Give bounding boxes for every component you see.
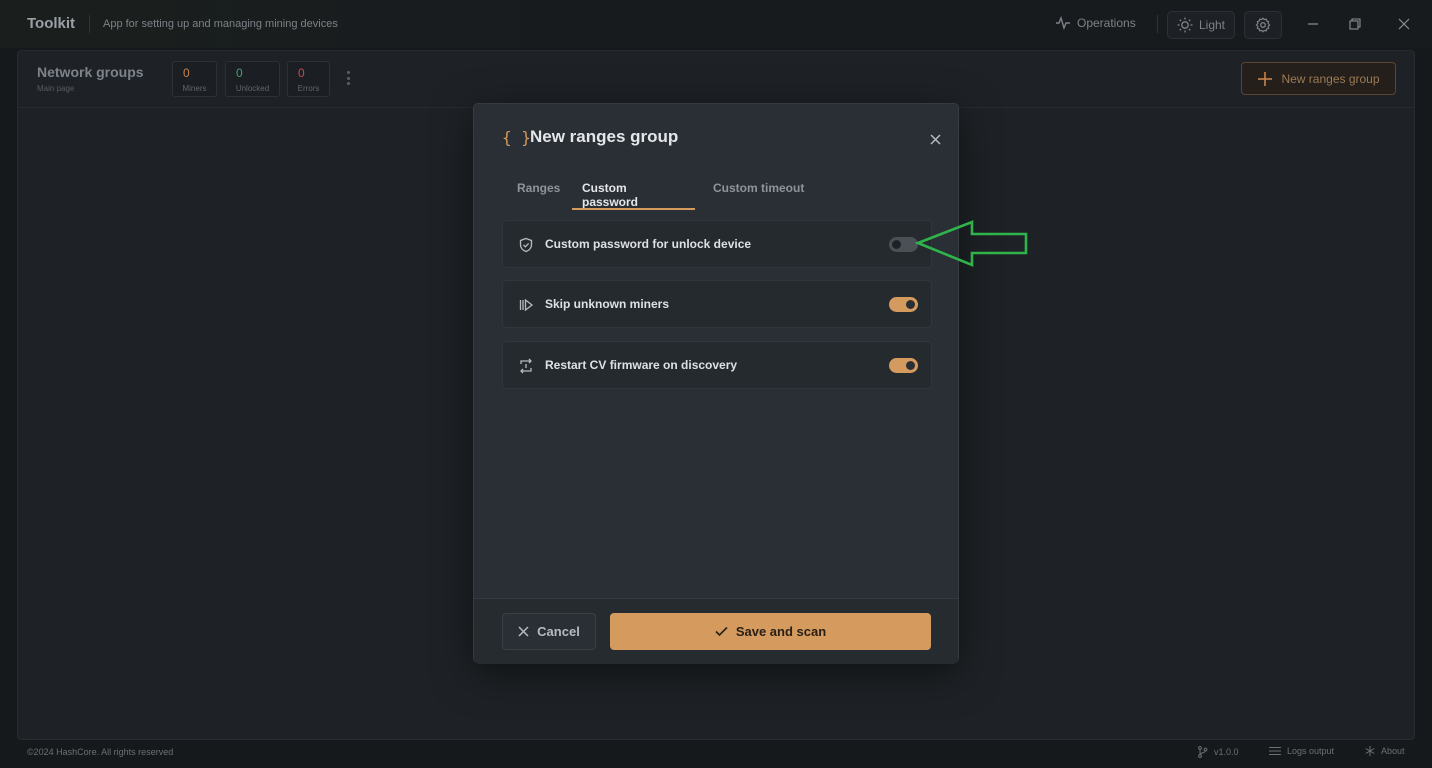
annotation-arrow-icon [914,220,1028,267]
logs-output-label: Logs output [1287,746,1335,756]
option-label: Restart CV firmware on discovery [545,358,738,372]
restart-icon [517,357,535,375]
dialog-footer: Cancel Save and scan [474,598,958,664]
new-ranges-group-button[interactable]: New ranges group [1241,62,1396,95]
plus-icon [1258,71,1273,86]
app-title: Toolkit [27,15,76,32]
tab-ranges[interactable]: Ranges [502,174,572,210]
cancel-label: Cancel [537,624,580,639]
about-button[interactable]: About [1365,746,1405,756]
tab-custom-timeout[interactable]: Custom timeout [695,174,825,210]
stat-label: Miners [182,84,207,93]
stat-value: 0 [298,66,305,80]
stat-errors: 0 Errors [287,61,330,97]
close-window-button[interactable] [1394,14,1414,34]
asterisk-icon [1365,746,1375,756]
breadcrumb: Main page [37,84,75,93]
shield-check-icon [517,236,535,254]
dialog-title: New ranges group [530,127,679,146]
theme-label: Light [1198,18,1226,32]
cancel-button[interactable]: Cancel [502,613,596,650]
operations-label: Operations [1077,16,1136,30]
stat-miners: 0 Miners [172,61,217,97]
braces-icon: { } [502,128,531,147]
git-branch-icon [1198,746,1208,758]
theme-toggle-button[interactable]: Light [1167,11,1235,39]
restore-icon [1349,18,1361,30]
version-indicator[interactable]: v1.0.0 [1197,746,1239,758]
activity-icon [1056,16,1070,30]
list-icon [1269,747,1281,755]
option-skip-unknown-miners: Skip unknown miners [502,280,932,328]
restart-firmware-toggle[interactable] [889,358,918,373]
version-label: v1.0.0 [1214,747,1239,757]
app-subtitle: App for setting up and managing mining d… [103,18,338,30]
title-bar: Toolkit App for setting up and managing … [0,0,1432,48]
page-title: Network groups [37,64,144,80]
minimize-button[interactable] [1303,14,1323,34]
dialog-close-button[interactable] [925,129,945,149]
new-ranges-group-dialog: { } New ranges group Ranges Custom passw… [473,103,959,664]
status-bar: ©2024 HashCore. All rights reserved v1.0… [0,742,1432,768]
option-label: Custom password for unlock device [545,237,752,251]
save-and-scan-button[interactable]: Save and scan [610,613,931,650]
panel-header: Network groups Main page 0 Miners 0 Unlo… [18,51,1414,108]
check-icon [715,626,728,637]
stat-value: 0 [183,66,190,80]
restore-button[interactable] [1345,14,1365,34]
stat-unlocked: 0 Unlocked [225,61,280,97]
stat-label: Unlocked [235,84,270,93]
sun-icon [1177,17,1193,33]
about-label: About [1381,746,1405,756]
tab-custom-password[interactable]: Custom password [572,174,695,210]
minimize-icon [1308,23,1318,25]
dialog-tabs: Ranges Custom password Custom timeout [502,174,825,210]
option-label: Skip unknown miners [545,297,670,311]
skip-unknown-miners-toggle[interactable] [889,297,918,312]
gear-icon [1255,17,1271,33]
copyright: ©2024 HashCore. All rights reserved [27,747,174,757]
divider [89,15,90,33]
option-restart-firmware: Restart CV firmware on discovery [502,341,932,389]
close-icon [929,133,941,145]
close-icon [1398,18,1410,30]
save-and-scan-label: Save and scan [735,624,827,639]
operations-button[interactable]: Operations [1055,16,1136,30]
new-ranges-group-label: New ranges group [1281,71,1380,86]
settings-button[interactable] [1244,11,1282,39]
close-icon [518,626,529,637]
stat-label: Errors [297,84,320,93]
divider [1157,15,1158,33]
logs-output-button[interactable]: Logs output [1269,746,1334,756]
more-options-icon[interactable] [344,69,352,87]
stat-value: 0 [236,66,243,80]
option-custom-password: Custom password for unlock device [502,220,932,268]
skip-forward-icon [517,296,535,314]
